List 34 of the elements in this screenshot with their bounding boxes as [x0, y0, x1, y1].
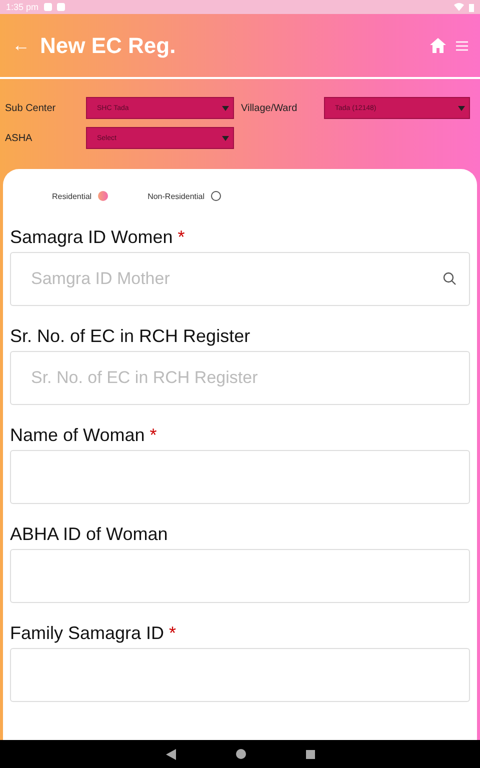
input-field[interactable]: Sr. No. of EC in RCH Register	[10, 351, 470, 405]
field-label: Family Samagra ID	[10, 623, 164, 644]
home-nav-icon[interactable]	[236, 749, 246, 759]
required-mark: *	[178, 227, 185, 248]
dropdown-caret-icon	[222, 136, 229, 140]
home-icon[interactable]	[430, 38, 446, 53]
battery-icon	[469, 2, 474, 12]
field-label: Sr. No. of EC in RCH Register	[10, 326, 250, 347]
input-field[interactable]	[10, 648, 470, 702]
filter-label: ASHA	[4, 132, 34, 144]
filter-label: Sub Center	[4, 102, 57, 114]
dropdown-caret-icon	[458, 106, 465, 110]
dropdown-caret-icon	[222, 106, 229, 110]
input-field[interactable]	[10, 450, 470, 504]
menu-icon[interactable]	[456, 40, 468, 50]
page-title: New EC Reg.	[40, 32, 177, 58]
radio-button[interactable]	[98, 191, 108, 201]
status-time: 1:35 pm	[6, 2, 39, 12]
back-button[interactable]: ←	[12, 35, 30, 56]
required-mark: *	[169, 623, 176, 644]
required-mark: *	[150, 425, 157, 446]
back-nav-icon[interactable]	[166, 748, 176, 760]
filter-label: Village/Ward	[240, 102, 298, 114]
field-label: Name of Woman	[10, 425, 145, 446]
recents-nav-icon[interactable]	[306, 750, 314, 758]
field-label: Samagra ID Women	[10, 227, 173, 248]
field-label: ABHA ID of Woman	[10, 524, 168, 545]
wifi-icon	[454, 3, 464, 11]
radio-label: Residential	[52, 192, 92, 200]
radio-button[interactable]	[210, 191, 220, 201]
search-icon[interactable]	[443, 272, 456, 285]
input-field[interactable]: Samgra ID Mother	[10, 252, 470, 306]
radio-label: Non-Residential	[148, 192, 204, 200]
input-field[interactable]	[10, 549, 470, 603]
